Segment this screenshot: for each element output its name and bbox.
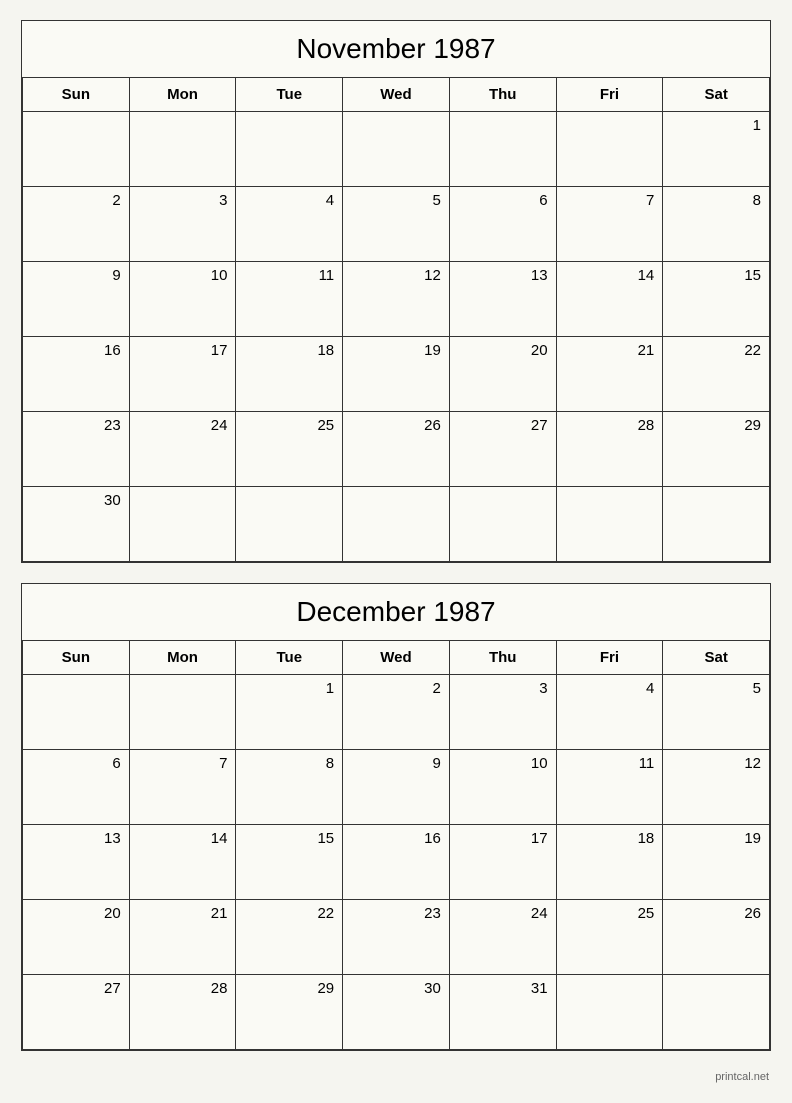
table-row [343, 487, 450, 562]
table-row: 13 [450, 262, 557, 337]
table-row: 11 [236, 262, 343, 337]
table-row [557, 975, 664, 1050]
table-row: 22 [663, 337, 770, 412]
table-row: 24 [130, 412, 237, 487]
table-row [557, 112, 664, 187]
table-row: 14 [130, 825, 237, 900]
dec-header-mon: Mon [130, 641, 237, 675]
table-row: 28 [557, 412, 664, 487]
nov-header-tue: Tue [236, 78, 343, 112]
table-row: 11 [557, 750, 664, 825]
table-row: 24 [450, 900, 557, 975]
watermark: printcal.net [21, 1071, 771, 1083]
table-row [23, 675, 130, 750]
nov-header-sat: Sat [663, 78, 770, 112]
table-row: 1 [236, 675, 343, 750]
table-row: 12 [663, 750, 770, 825]
november-calendar: November 1987 Sun Mon Tue Wed Thu Fri Sa… [21, 20, 771, 563]
table-row: 20 [23, 900, 130, 975]
table-row: 6 [450, 187, 557, 262]
table-row: 29 [236, 975, 343, 1050]
dec-header-fri: Fri [557, 641, 664, 675]
table-row: 27 [23, 975, 130, 1050]
table-row: 23 [343, 900, 450, 975]
table-row: 21 [130, 900, 237, 975]
table-row: 18 [236, 337, 343, 412]
table-row [663, 975, 770, 1050]
table-row: 7 [557, 187, 664, 262]
table-row: 5 [663, 675, 770, 750]
table-row [130, 675, 237, 750]
nov-header-fri: Fri [557, 78, 664, 112]
table-row: 9 [343, 750, 450, 825]
november-grid: Sun Mon Tue Wed Thu Fri Sat 1 2 3 4 5 6 … [22, 78, 770, 562]
table-row: 27 [450, 412, 557, 487]
table-row: 23 [23, 412, 130, 487]
table-row: 18 [557, 825, 664, 900]
table-row: 26 [343, 412, 450, 487]
table-row: 1 [663, 112, 770, 187]
table-row: 16 [23, 337, 130, 412]
table-row: 16 [343, 825, 450, 900]
table-row: 8 [663, 187, 770, 262]
table-row: 5 [343, 187, 450, 262]
table-row: 3 [450, 675, 557, 750]
table-row: 7 [130, 750, 237, 825]
table-row: 12 [343, 262, 450, 337]
table-row: 17 [450, 825, 557, 900]
table-row [450, 112, 557, 187]
table-row [130, 112, 237, 187]
table-row: 4 [236, 187, 343, 262]
table-row: 6 [23, 750, 130, 825]
table-row: 19 [663, 825, 770, 900]
table-row: 17 [130, 337, 237, 412]
table-row: 15 [236, 825, 343, 900]
december-calendar: December 1987 Sun Mon Tue Wed Thu Fri Sa… [21, 583, 771, 1051]
nov-header-sun: Sun [23, 78, 130, 112]
table-row: 30 [23, 487, 130, 562]
table-row: 26 [663, 900, 770, 975]
table-row: 10 [130, 262, 237, 337]
table-row: 3 [130, 187, 237, 262]
table-row [236, 487, 343, 562]
nov-header-thu: Thu [450, 78, 557, 112]
december-grid: Sun Mon Tue Wed Thu Fri Sat 1 2 3 4 5 6 … [22, 641, 770, 1050]
table-row: 14 [557, 262, 664, 337]
nov-header-wed: Wed [343, 78, 450, 112]
dec-header-wed: Wed [343, 641, 450, 675]
table-row [130, 487, 237, 562]
dec-header-sun: Sun [23, 641, 130, 675]
table-row: 8 [236, 750, 343, 825]
table-row [663, 487, 770, 562]
table-row: 28 [130, 975, 237, 1050]
table-row [343, 112, 450, 187]
nov-header-mon: Mon [130, 78, 237, 112]
november-title: November 1987 [22, 21, 770, 78]
dec-header-tue: Tue [236, 641, 343, 675]
table-row: 13 [23, 825, 130, 900]
dec-header-sat: Sat [663, 641, 770, 675]
table-row [236, 112, 343, 187]
table-row: 9 [23, 262, 130, 337]
table-row: 25 [557, 900, 664, 975]
table-row: 4 [557, 675, 664, 750]
table-row: 30 [343, 975, 450, 1050]
table-row [23, 112, 130, 187]
table-row: 25 [236, 412, 343, 487]
table-row: 31 [450, 975, 557, 1050]
table-row: 29 [663, 412, 770, 487]
dec-header-thu: Thu [450, 641, 557, 675]
table-row: 2 [23, 187, 130, 262]
table-row [450, 487, 557, 562]
december-title: December 1987 [22, 584, 770, 641]
table-row: 21 [557, 337, 664, 412]
table-row: 20 [450, 337, 557, 412]
table-row: 10 [450, 750, 557, 825]
table-row: 2 [343, 675, 450, 750]
table-row: 15 [663, 262, 770, 337]
table-row [557, 487, 664, 562]
table-row: 19 [343, 337, 450, 412]
table-row: 22 [236, 900, 343, 975]
